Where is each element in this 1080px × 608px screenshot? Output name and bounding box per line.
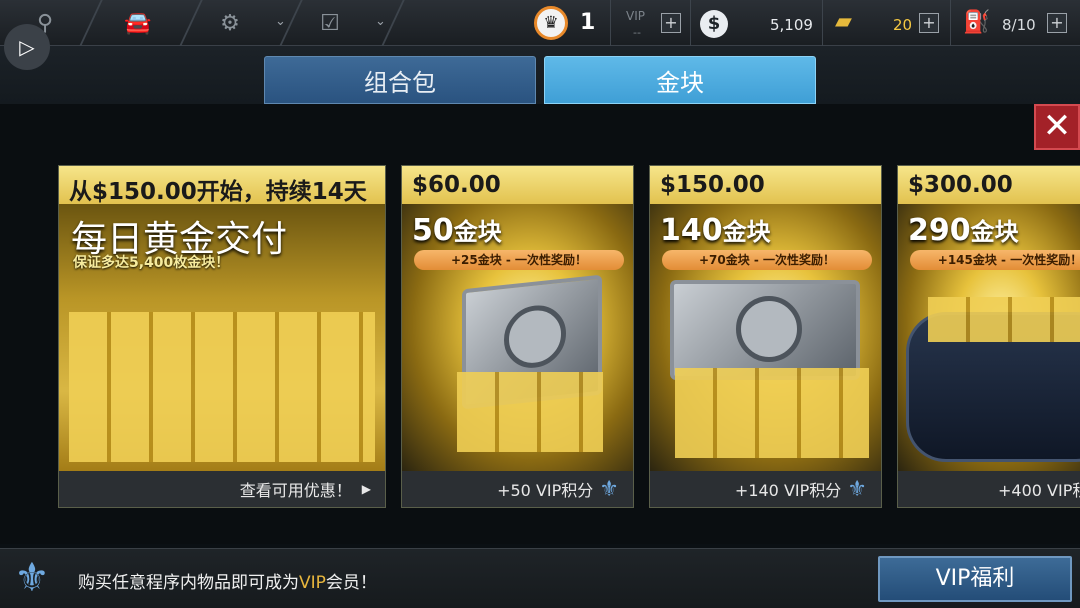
card-footer[interactable]: 查看可用优惠！ ▶ <box>59 471 385 507</box>
daily-subtitle: 保证多达5,400枚金块！ <box>73 255 230 271</box>
gold-amount-label: 140金块 <box>660 213 771 248</box>
crown-icon[interactable]: ♛ <box>534 6 568 40</box>
vip-label: VIP <box>626 9 645 23</box>
gold-pallets-image: 每日黄金交付 保证多达5,400枚金块！ <box>59 204 385 472</box>
bonus-badge: +145金块 - 一次性奖励！ <box>910 250 1080 270</box>
fleur-de-lis-icon: ⚜ <box>599 476 619 502</box>
tab-strip: 组合包 金块 <box>0 46 1080 104</box>
gold-bars-art <box>675 368 869 458</box>
vip-benefits-button[interactable]: VIP福利 <box>878 556 1072 602</box>
card-header: 从$150.00开始，持续14天 <box>59 166 385 204</box>
price-label: $60.00 <box>402 166 633 204</box>
coin-icon: $ <box>700 10 728 38</box>
vip-points: +50 VIP积分 ⚜ <box>402 471 633 507</box>
fuel-icon: ⛽ <box>963 10 991 35</box>
price-label: $300.00 <box>898 166 1080 204</box>
fleur-de-lis-icon: ⚜ <box>847 476 867 502</box>
fuel-amount: 8/10 <box>1002 16 1036 34</box>
gold-amount-label: 290金块 <box>908 213 1019 248</box>
gold-bag-image: 290金块 +145金块 - 一次性奖励！ <box>898 204 1080 472</box>
car-icon[interactable]: 🚘 <box>110 0 166 46</box>
fuel-plus-button[interactable]: + <box>1047 13 1067 33</box>
gold-offer-card[interactable]: $60.00 50金块 +25金块 - 一次性奖励！ +50 VIP积分 ⚜ <box>401 165 634 508</box>
gold-case-image: 50金块 +25金块 - 一次性奖励！ <box>402 204 633 472</box>
gold-offer-card[interactable]: $300.00 290金块 +145金块 - 一次性奖励！ +400 VIP积分 <box>897 165 1080 508</box>
top-bar: ⚲ 🚘 ⚙ ⌄ ☑ ⌄ ♛ 1 VIP -- + $ 5,109 + ▰ 20 … <box>0 0 1080 46</box>
price-label: $150.00 <box>650 166 881 204</box>
gold-amount: 20 <box>893 16 913 34</box>
bonus-badge: +25金块 - 一次性奖励！ <box>414 250 624 270</box>
divider <box>179 0 203 46</box>
divider <box>79 0 103 46</box>
vip-message: 购买任意程序内物品即可成为VIP会员！ <box>78 573 377 593</box>
checklist-icon[interactable]: ☑ <box>305 0 355 46</box>
cash-amount: 5,109 <box>770 16 813 34</box>
vip-points: +140 VIP积分 ⚜ <box>650 471 881 507</box>
gold-bars-art <box>457 372 603 452</box>
gold-plus-button[interactable]: + <box>919 13 939 33</box>
tab-gold[interactable]: 金块 <box>544 56 816 104</box>
gold-amount-label: 50金块 <box>412 213 502 248</box>
gold-bars-art <box>928 297 1080 342</box>
gold-bars-icon: ▰ <box>835 9 852 34</box>
arrow-right-icon: ▶ <box>361 482 371 496</box>
fleur-de-lis-icon: ⚜ <box>14 555 50 601</box>
player-level: 1 <box>580 10 596 35</box>
vip-plus-button[interactable]: + <box>661 13 681 33</box>
gold-offer-card[interactable]: $150.00 140金块 +70金块 - 一次性奖励！ +140 VIP积分 ⚜ <box>649 165 882 508</box>
gold-case-image: 140金块 +70金块 - 一次性奖励！ <box>650 204 881 472</box>
play-icon[interactable]: ▷ <box>4 24 50 70</box>
close-button[interactable]: ✕ <box>1034 104 1080 150</box>
logo-icon <box>504 302 566 371</box>
briefcase-art <box>670 280 860 380</box>
chevron-down-icon[interactable]: ⌄ <box>275 14 286 29</box>
vip-cell: VIP -- + <box>610 0 690 46</box>
logo-icon <box>736 296 802 362</box>
daily-gold-card[interactable]: 从$150.00开始，持续14天 每日黄金交付 保证多达5,400枚金块！ 查看… <box>58 165 386 508</box>
chevron-down-icon[interactable]: ⌄ <box>375 14 386 29</box>
tab-bundle[interactable]: 组合包 <box>264 56 536 104</box>
vip-points: +400 VIP积分 <box>898 471 1080 507</box>
view-offers-link[interactable]: 查看可用优惠！ <box>240 477 352 501</box>
vip-value: -- <box>633 26 641 39</box>
settings-icon[interactable]: ⚙ <box>205 0 255 46</box>
bonus-badge: +70金块 - 一次性奖励！ <box>662 250 872 270</box>
gold-bars-art <box>69 312 375 462</box>
